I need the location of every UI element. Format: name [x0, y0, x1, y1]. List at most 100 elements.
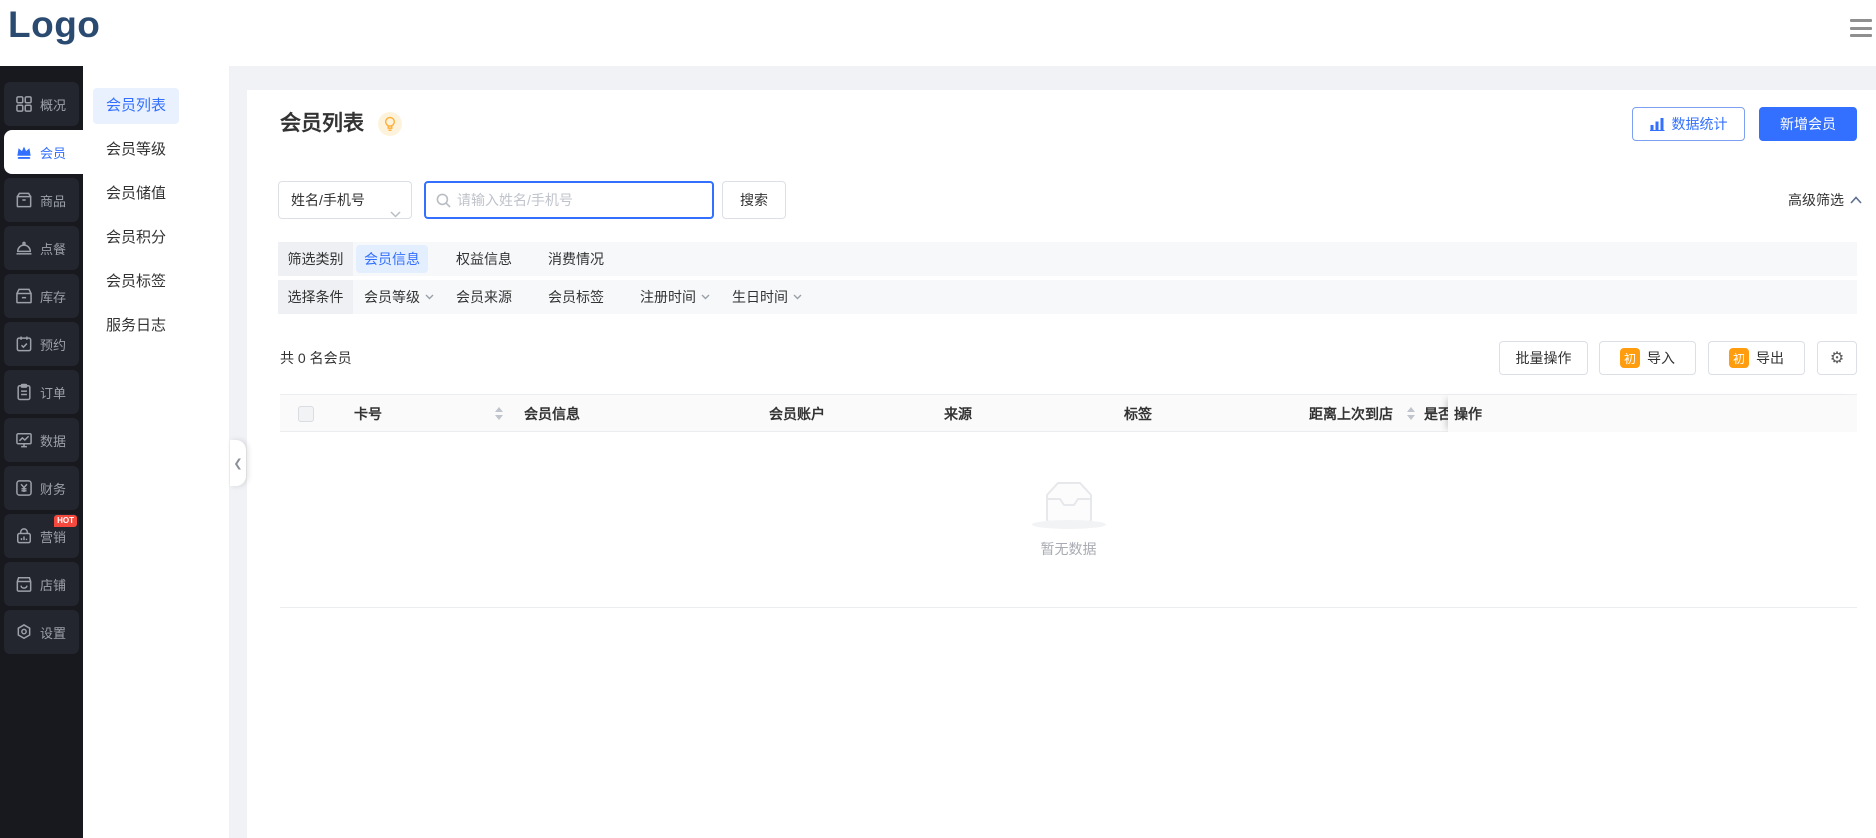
subnav-service-log[interactable]: 服务日志 [93, 308, 179, 344]
sidebar-item-ordering[interactable]: 点餐 [4, 226, 79, 270]
data-stats-button[interactable]: 数据统计 [1632, 107, 1745, 141]
filter-tab-member-info[interactable]: 会员信息 [364, 245, 456, 273]
sidebar-item-orders[interactable]: 订单 [4, 370, 79, 414]
subnav-member-tags[interactable]: 会员标签 [93, 264, 179, 300]
col-card-number: 卡号 [354, 395, 382, 433]
batch-actions-button[interactable]: 批量操作 [1499, 341, 1588, 375]
search-button[interactable]: 搜索 [722, 181, 786, 219]
condition-birthday-time[interactable]: 生日时间 [732, 287, 824, 307]
app-window: Logo 概况 会员 商品 点餐 库存 预约 订单 [0, 0, 1876, 838]
main-area: 会员列表 数据统计 新增会员 姓名/手机号 [230, 66, 1876, 838]
yen-icon [14, 478, 34, 498]
gear-icon: ⚙ [1830, 348, 1844, 368]
table-header: 卡号 会员信息 会员账户 来源 标签 距离上次到店 是否 操作 [280, 394, 1857, 432]
sidebar-item-members[interactable]: 会员 [4, 130, 83, 174]
sort-icon[interactable] [1406, 407, 1416, 423]
sidebar-item-inventory[interactable]: 库存 [4, 274, 79, 318]
sidebar-item-settings[interactable]: 设置 [4, 610, 79, 654]
package-icon [14, 190, 34, 210]
subnav-member-points[interactable]: 会员积分 [93, 220, 179, 256]
subnav-member-level[interactable]: 会员等级 [93, 132, 179, 168]
search-field-select[interactable]: 姓名/手机号 [278, 181, 412, 219]
page-title: 会员列表 [280, 107, 364, 141]
new-feature-badge: 初 [1729, 348, 1749, 368]
title-row: 会员列表 数据统计 新增会员 [280, 107, 1857, 141]
search-input[interactable] [457, 192, 702, 208]
filter-tab-consumption[interactable]: 消费情况 [548, 249, 640, 269]
bar-chart-icon [1650, 117, 1665, 131]
col-clipped: 是否 [1424, 395, 1450, 433]
subnav-member-stored-value[interactable]: 会员储值 [93, 176, 179, 212]
export-button[interactable]: 初导出 [1708, 341, 1805, 375]
crown-icon [14, 142, 34, 162]
shop-bag-icon [14, 526, 34, 546]
app-logo: Logo [8, 4, 100, 46]
condition-register-time[interactable]: 注册时间 [640, 287, 732, 307]
chevron-left-icon: ❮ [233, 457, 242, 470]
monitor-chart-icon [14, 430, 34, 450]
sidebar-item-products[interactable]: 商品 [4, 178, 79, 222]
sidebar-collapse-handle[interactable]: ❮ [230, 440, 246, 486]
settings-icon [14, 622, 34, 642]
sidebar-item-data[interactable]: 数据 [4, 418, 79, 462]
column-settings-button[interactable]: ⚙ [1817, 341, 1857, 375]
filter-condition-row: 选择条件 会员等级 会员来源 会员标签 注册时间 生日时间 [278, 280, 1857, 314]
search-input-wrapper [424, 181, 714, 219]
top-header: Logo [0, 0, 1876, 66]
member-table: 卡号 会员信息 会员账户 来源 标签 距离上次到店 是否 操作 [280, 394, 1857, 608]
col-source: 来源 [944, 395, 972, 433]
sidebar-item-label: 点餐 [40, 239, 66, 258]
col-member-info: 会员信息 [524, 395, 580, 433]
table-toolbar: 批量操作初导入初导出 ⚙ [1499, 341, 1857, 375]
condition-member-tags[interactable]: 会员标签 [548, 287, 640, 307]
calendar-check-icon [14, 334, 34, 354]
advanced-filter-toggle[interactable]: 高级筛选 [1788, 181, 1862, 219]
sidebar-item-store[interactable]: 店铺 [4, 562, 79, 606]
sort-icon[interactable] [494, 407, 504, 423]
sidebar-item-reservations[interactable]: 预约 [4, 322, 79, 366]
sidebar-item-marketing[interactable]: 营销 HOT [4, 514, 79, 558]
filter-condition-label: 选择条件 [278, 280, 353, 314]
empty-shadow [1032, 520, 1106, 529]
chevron-down-icon [793, 294, 802, 300]
sidebar-item-label: 店铺 [40, 575, 66, 594]
col-actions: 操作 [1448, 395, 1857, 433]
search-row: 姓名/手机号 搜索 高级筛选 [247, 181, 1876, 219]
grid-icon [14, 94, 34, 114]
primary-sidebar: 概况 会员 商品 点餐 库存 预约 订单 数据 [0, 66, 83, 838]
col-tags: 标签 [1124, 395, 1152, 433]
sidebar-item-label: 营销 [40, 527, 66, 546]
sidebar-item-finance[interactable]: 财务 [4, 466, 79, 510]
content-card: 会员列表 数据统计 新增会员 姓名/手机号 [247, 90, 1876, 838]
sidebar-item-overview[interactable]: 概况 [4, 82, 79, 126]
title-actions: 数据统计 新增会员 [1632, 107, 1857, 141]
filter-tab-rights-info[interactable]: 权益信息 [456, 249, 548, 269]
cloche-icon [14, 238, 34, 258]
tip-bulb-icon[interactable] [378, 112, 402, 136]
condition-member-source[interactable]: 会员来源 [456, 287, 548, 307]
sidebar-item-label: 设置 [40, 623, 66, 642]
secondary-sidebar: 会员列表 会员等级 会员储值 会员积分 会员标签 服务日志 [83, 66, 230, 838]
sidebar-item-label: 商品 [40, 191, 66, 210]
inventory-icon [14, 286, 34, 306]
filter-category-row: 筛选类别 会员信息 权益信息 消费情况 [278, 242, 1857, 276]
add-member-button[interactable]: 新增会员 [1759, 107, 1857, 141]
clipboard-icon [14, 382, 34, 402]
sidebar-item-label: 库存 [40, 287, 66, 306]
filter-category-label: 筛选类别 [278, 242, 353, 276]
subnav-member-list[interactable]: 会员列表 [93, 88, 179, 124]
col-member-account: 会员账户 [769, 395, 825, 433]
empty-text: 暂无数据 [1041, 539, 1097, 559]
select-all-checkbox[interactable] [298, 406, 314, 422]
hot-badge: HOT [54, 515, 77, 527]
chevron-up-icon [1850, 196, 1862, 204]
member-count-summary: 共 0 名会员 [280, 341, 352, 375]
table-body-empty: 暂无数据 [280, 432, 1857, 608]
storefront-icon [14, 574, 34, 594]
sidebar-item-label: 数据 [40, 431, 66, 450]
import-button[interactable]: 初导入 [1599, 341, 1696, 375]
sidebar-item-label: 概况 [40, 95, 66, 114]
stats-row: 共 0 名会员 批量操作初导入初导出 ⚙ [280, 341, 1857, 375]
condition-member-level[interactable]: 会员等级 [364, 287, 456, 307]
hamburger-menu-icon[interactable] [1849, 17, 1873, 39]
